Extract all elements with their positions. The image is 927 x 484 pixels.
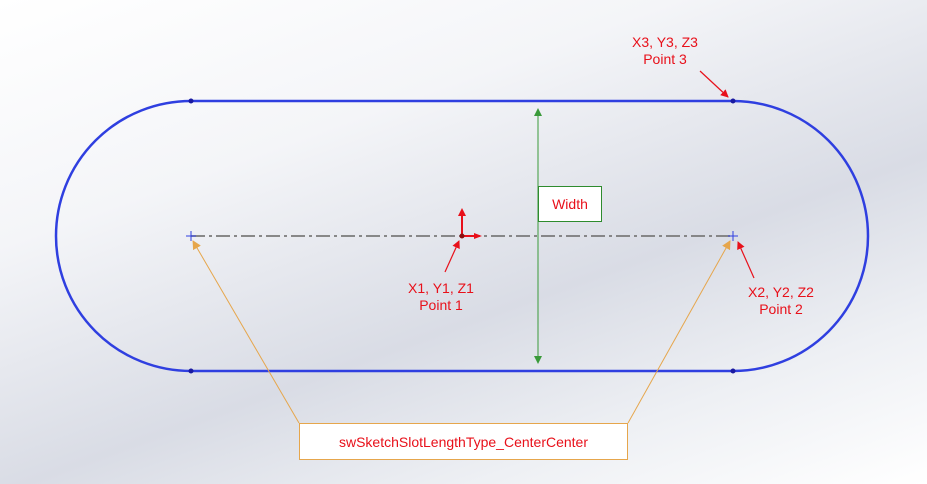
point1-center-marker[interactable] [186,231,196,241]
slot-type-leader-right [627,240,731,424]
slot-type-leader-left [192,240,300,424]
width-dimension-label[interactable]: Width [538,186,602,222]
point2-label: X2, Y2, Z2 Point 2 [716,284,846,318]
point2-coords: X2, Y2, Z2 [748,284,814,300]
slot-type-label: swSketchSlotLengthType_CenterCenter [299,423,628,460]
point3-coords: X3, Y3, Z3 [632,34,698,50]
point3-arrow [699,70,729,98]
point1-arrow [444,240,460,273]
slot-sketch-canvas [54,70,870,424]
slot-endpoint[interactable] [730,368,736,374]
point2-arrow [737,241,755,279]
point1-label: X1, Y1, Z1 Point 1 [376,280,506,314]
slot-endpoint[interactable] [188,368,194,374]
slot-endpoint[interactable] [188,98,194,104]
origin-triad-icon [458,208,482,239]
point2-center-marker[interactable] [728,231,738,241]
point1-coords: X1, Y1, Z1 [408,280,474,296]
point3-label: X3, Y3, Z3 Point 3 [600,34,730,68]
point2-name: Point 2 [759,301,803,317]
point3-name: Point 3 [643,51,687,67]
point1-name: Point 1 [419,297,463,313]
point3-marker[interactable] [730,98,736,104]
